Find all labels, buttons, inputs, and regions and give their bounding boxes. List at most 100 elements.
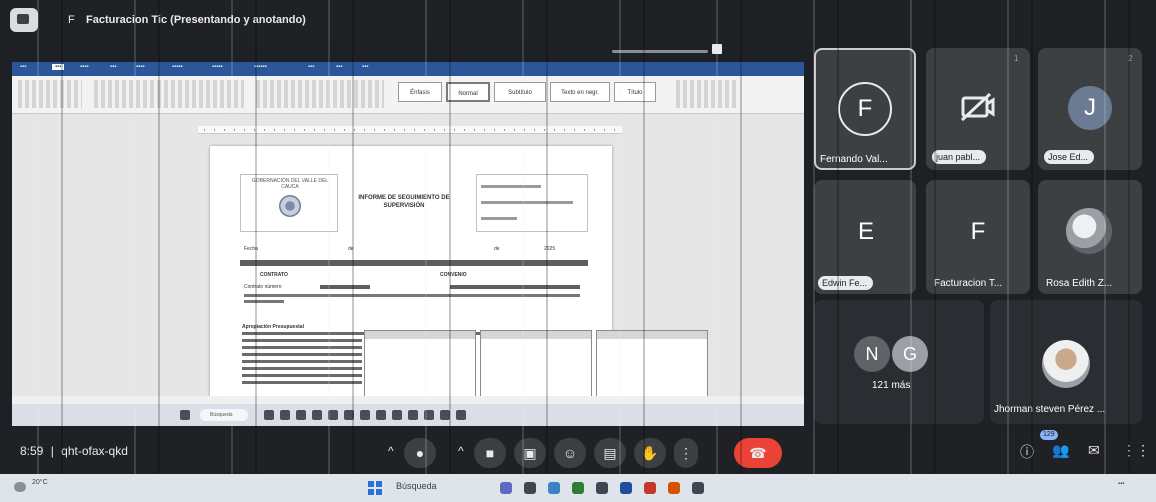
- participant-tile-4[interactable]: E Edwin Fe...: [814, 180, 916, 294]
- participant-tile-6[interactable]: Rosa Edith Z...: [1038, 180, 1142, 294]
- word-tab-archivo[interactable]: ▪▪▪: [20, 64, 26, 70]
- people-count-badge: 129: [1040, 430, 1058, 440]
- other-avatar-g: G: [892, 336, 928, 372]
- shared-app-icon-6: [344, 410, 354, 420]
- meeting-clock: 8:59 | qht-ofax-qkd: [20, 444, 128, 458]
- word-status-bar: [12, 396, 804, 404]
- word-tab-ayuda[interactable]: ▪▪▪: [362, 64, 368, 70]
- font-group[interactable]: [94, 80, 244, 108]
- shared-app-icon-11: [424, 410, 434, 420]
- government-seal-icon: [279, 195, 301, 217]
- activities-icon[interactable]: ⋮⋮: [1122, 442, 1150, 459]
- edge-icon[interactable]: [548, 482, 560, 494]
- photo-avatar: [1066, 208, 1112, 254]
- leave-call-button[interactable]: ☎: [734, 438, 782, 468]
- windows-start-icon[interactable]: [368, 481, 382, 495]
- participant-tile-2[interactable]: 1 juan pabl...: [926, 48, 1030, 170]
- windows-taskbar: 20°C Búsqueda ▪▪▪: [0, 474, 1156, 502]
- present-button[interactable]: ▤: [594, 438, 626, 468]
- reactions-button[interactable]: ☺: [554, 438, 586, 468]
- store-icon[interactable]: [572, 482, 584, 494]
- word-tab-vista[interactable]: ▪▪▪: [336, 64, 342, 70]
- presentation-app-icon[interactable]: [10, 8, 38, 32]
- fecha-row: Fecha de de 2025: [240, 244, 588, 256]
- word-tab-insertar[interactable]: ▪▪▪▪: [80, 64, 89, 70]
- clipboard-group[interactable]: [18, 80, 82, 108]
- header-logo-cell: GOBERNACIÓN DEL VALLE DEL CAUCA: [240, 174, 338, 232]
- participant-name: Rosa Edith Z...: [1046, 278, 1113, 289]
- presentation-title: Facturacion Tic (Presentando y anotando): [86, 14, 306, 26]
- taskbar-search[interactable]: Búsqueda: [396, 481, 437, 491]
- task-view-icon[interactable]: [500, 482, 512, 494]
- shared-app-icon-8: [376, 410, 386, 420]
- participant-name: Edwin Fe...: [818, 276, 874, 290]
- speaker-tile[interactable]: Jhorman steven Pérez ...: [990, 300, 1142, 424]
- presenter-initial: F: [68, 14, 75, 26]
- stop-presenting-icon[interactable]: [712, 44, 722, 54]
- thumbnail-2[interactable]: [480, 330, 592, 402]
- word-tab-disposicion[interactable]: ▪▪▪▪▪: [172, 64, 183, 70]
- thumbnail-3[interactable]: [596, 330, 708, 402]
- word-tab-revisar[interactable]: ▪▪▪: [308, 64, 314, 70]
- meeting-code: qht-ofax-qkd: [61, 444, 128, 458]
- people-icon[interactable]: 👥: [1052, 442, 1069, 459]
- word-tab-diseno[interactable]: ▪▪▪▪: [136, 64, 145, 70]
- word-icon[interactable]: [620, 482, 632, 494]
- editing-group[interactable]: [676, 80, 736, 108]
- speaker-avatar: [1042, 340, 1090, 388]
- camera-off-icon: [960, 92, 995, 122]
- shared-app-icon-13: [456, 410, 466, 420]
- mail-icon[interactable]: [596, 482, 608, 494]
- more-options-button[interactable]: ⋮: [674, 438, 698, 468]
- meet-control-bar: 8:59 | qht-ofax-qkd ^ ● ^ ■ ▣ ☺ ▤ ✋ ⋮ ☎ …: [0, 430, 1156, 474]
- chat-icon[interactable]: ✉: [1088, 442, 1100, 459]
- avatar: F: [838, 82, 892, 136]
- emoji-icon: ☺: [562, 445, 578, 461]
- paragraph-group[interactable]: [256, 80, 384, 108]
- camera-options-chevron-icon[interactable]: ^: [458, 444, 464, 458]
- presentation-controls-bar[interactable]: [612, 50, 708, 53]
- weather-icon[interactable]: [14, 482, 26, 492]
- shared-app-icon-7: [360, 410, 370, 420]
- participant-tile-5[interactable]: F Facturacion T...: [926, 180, 1030, 294]
- meeting-info-icon[interactable]: ⓘ: [1020, 442, 1034, 462]
- notes-icon[interactable]: [692, 482, 704, 494]
- style-enfasis[interactable]: Énfasis: [398, 82, 442, 102]
- file-explorer-icon[interactable]: [524, 482, 536, 494]
- word-ribbon-tabs: ▪▪▪ ▪▪▪ ▪▪▪▪ ▪▪▪ ▪▪▪▪ ▪▪▪▪▪ ▪▪▪▪▪ ▪▪▪▪▪▪…: [12, 62, 804, 76]
- style-subtitulo[interactable]: Subtítulo: [494, 82, 546, 102]
- raise-hand-button[interactable]: ✋: [634, 438, 666, 468]
- speaker-name: Jhorman steven Pérez ...: [994, 404, 1106, 415]
- participant-name: Fernando Val...: [820, 154, 888, 165]
- contrato-block: CONTRATO CONVENIO Contrato número: [240, 270, 588, 304]
- word-tab-inicio[interactable]: ▪▪▪: [52, 64, 65, 70]
- style-normal[interactable]: Normal: [446, 82, 490, 102]
- camera-button[interactable]: ■: [474, 438, 506, 468]
- de-label-1: de: [348, 246, 354, 252]
- mic-options-chevron-icon[interactable]: ^: [388, 444, 394, 458]
- shared-app-icon-10: [408, 410, 418, 420]
- style-titulo[interactable]: Título: [614, 82, 656, 102]
- style-texto-negrita[interactable]: Texto en negr.: [550, 82, 610, 102]
- phone-hangup-icon: ☎: [749, 445, 767, 461]
- participant-name: Jose Ed...: [1044, 150, 1095, 164]
- others-tile[interactable]: N G 121 más: [814, 300, 984, 424]
- shared-app-icon-9: [392, 410, 402, 420]
- word-tab-dibujar[interactable]: ▪▪▪: [110, 64, 116, 70]
- shared-search-box: Búsqueda: [200, 409, 248, 421]
- avatar: J: [1068, 86, 1112, 130]
- system-tray[interactable]: ▪▪▪: [1118, 481, 1124, 487]
- participant-tile-1[interactable]: F Fernando Val...: [814, 48, 916, 170]
- meeting-divider: |: [50, 444, 54, 458]
- thumbnail-1[interactable]: [364, 330, 476, 402]
- microphone-button[interactable]: ●: [404, 438, 436, 468]
- contrato-label: CONTRATO: [260, 272, 288, 278]
- captions-button[interactable]: ▣: [514, 438, 546, 468]
- chrome-profile-icon[interactable]: [668, 482, 680, 494]
- avatar: E: [857, 218, 874, 245]
- word-tab-correspondencia[interactable]: ▪▪▪▪▪▪: [254, 64, 267, 70]
- chrome-icon[interactable]: [644, 482, 656, 494]
- participant-tile-3[interactable]: J 2 Jose Ed...: [1038, 48, 1142, 170]
- shared-app-icon-2: [280, 410, 290, 420]
- word-tab-referencias[interactable]: ▪▪▪▪▪: [212, 64, 223, 70]
